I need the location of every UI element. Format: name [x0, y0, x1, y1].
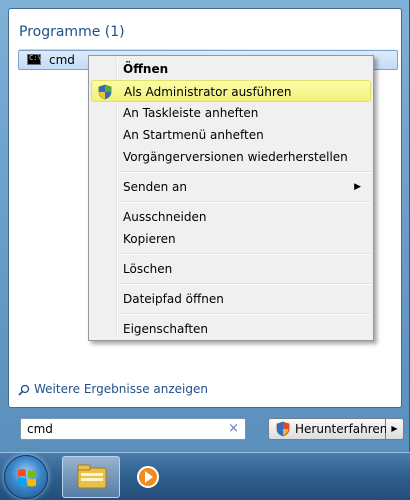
menu-item-copy[interactable]: Kopieren: [91, 228, 371, 250]
menu-item-open-file-location[interactable]: Dateipfad öffnen: [91, 288, 371, 310]
shutdown-options-button[interactable]: ▶: [386, 418, 404, 440]
menu-item-pin-startmenu[interactable]: An Startmenü anheften: [91, 124, 371, 146]
shield-icon: [276, 421, 290, 437]
taskbar-media-player[interactable]: [128, 456, 186, 498]
start-button[interactable]: [4, 455, 48, 499]
windows-explorer-icon: [77, 464, 107, 489]
shutdown-button[interactable]: Herunterfahren: [268, 418, 388, 440]
shutdown-label: Herunterfahren: [295, 422, 388, 436]
menu-item-send-to[interactable]: Senden an ▶: [91, 176, 371, 198]
taskbar: [0, 452, 410, 500]
menu-item-delete[interactable]: Löschen: [91, 258, 371, 280]
menu-separator: [119, 201, 371, 203]
media-player-icon: [137, 466, 159, 488]
shield-icon: [98, 84, 112, 100]
menu-separator: [119, 313, 371, 315]
search-input[interactable]: [21, 419, 211, 439]
menu-item-cut[interactable]: Ausschneiden: [91, 206, 371, 228]
menu-item-restore-versions[interactable]: Vorgängerversionen wiederherstellen: [91, 146, 371, 168]
menu-separator: [119, 253, 371, 255]
clear-icon[interactable]: ×: [228, 421, 239, 436]
cmd-icon: C:\: [27, 54, 42, 65]
menu-item-pin-taskbar[interactable]: An Taskleiste anheften: [91, 102, 371, 124]
chevron-right-icon: ▶: [391, 424, 398, 433]
menu-item-run-as-admin[interactable]: Als Administrator ausführen: [91, 80, 371, 102]
search-icon: [18, 384, 30, 396]
menu-item-open[interactable]: Öffnen: [91, 58, 371, 80]
menu-item-properties[interactable]: Eigenschaften: [91, 318, 371, 340]
menu-separator: [119, 283, 371, 285]
result-item-label: cmd: [49, 53, 75, 67]
menu-separator: [119, 171, 371, 173]
more-results-label: Weitere Ergebnisse anzeigen: [34, 382, 208, 396]
submenu-arrow-icon: ▶: [354, 182, 361, 192]
search-box[interactable]: ×: [20, 418, 246, 440]
context-menu: Öffnen Als Administrator ausführen An Ta…: [88, 55, 374, 341]
taskbar-explorer[interactable]: [62, 456, 120, 498]
windows-logo-icon: [18, 469, 36, 487]
group-title: Programme (1): [19, 24, 125, 40]
more-results-link[interactable]: Weitere Ergebnisse anzeigen: [18, 382, 208, 396]
